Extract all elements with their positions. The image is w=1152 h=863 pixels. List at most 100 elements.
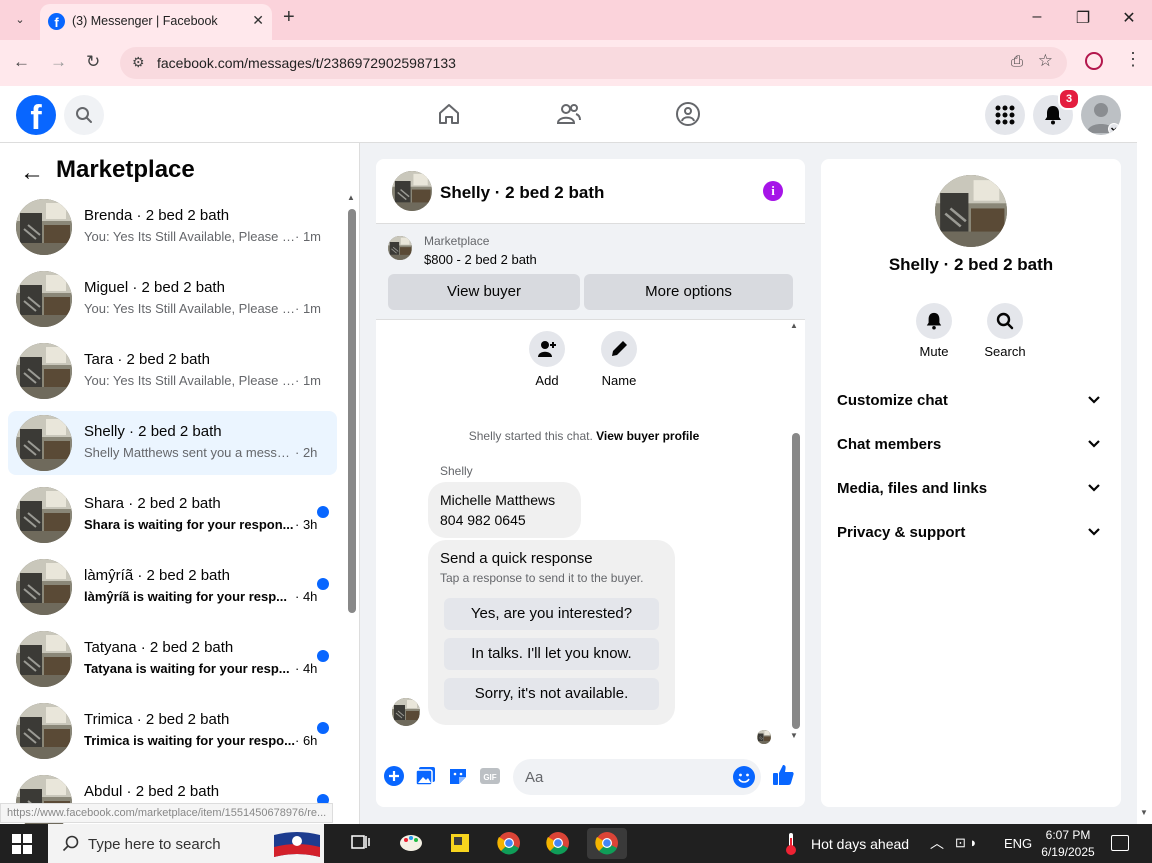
thumbs-up-icon[interactable] xyxy=(771,763,795,787)
gif-icon[interactable]: GIF xyxy=(479,765,501,787)
listing-thumbnail[interactable] xyxy=(388,236,412,260)
paint-app-icon[interactable] xyxy=(391,828,431,859)
scroll-down-arrow-icon[interactable]: ▼ xyxy=(790,731,798,740)
chat-title[interactable]: Shelly · 2 bed 2 bath xyxy=(440,183,604,203)
chrome-icon[interactable] xyxy=(489,828,529,859)
sticker-icon[interactable] xyxy=(447,765,469,787)
account-avatar[interactable] xyxy=(1081,95,1121,135)
scroll-down-arrow-icon[interactable]: ▼ xyxy=(1140,808,1148,817)
customize-chat-section[interactable]: Customize chat xyxy=(837,383,1105,419)
conversation-item[interactable]: làmŷríã · 2 bed 2 bath làmŷríã is waiting… xyxy=(8,555,337,619)
tab-close-icon[interactable]: ✕ xyxy=(252,12,264,29)
chat-members-section[interactable]: Chat members xyxy=(837,427,1105,463)
quick-response-card: Send a quick response Tap a response to … xyxy=(428,540,675,725)
conversation-name: Shelly · 2 bed 2 bath xyxy=(84,423,222,440)
minimize-button[interactable]: – xyxy=(1025,8,1049,26)
page-scrollbar[interactable] xyxy=(1137,86,1152,824)
conversation-avatar xyxy=(16,343,72,399)
task-view-icon[interactable] xyxy=(340,828,380,859)
browser-tab[interactable]: f (3) Messenger | Facebook ✕ xyxy=(40,4,272,40)
contact-phone[interactable]: 804 982 0645 xyxy=(440,510,569,530)
emoji-icon[interactable] xyxy=(733,766,755,788)
quick-response-button[interactable]: In talks. I'll let you know. xyxy=(444,638,659,670)
chrome-profile-icon[interactable] xyxy=(538,828,578,859)
listing-photo-icon xyxy=(16,559,72,615)
reload-button[interactable]: ↻ xyxy=(86,52,100,72)
url-text[interactable]: facebook.com/messages/t/2386972902598713… xyxy=(157,55,456,71)
site-info-icon[interactable]: ⚙ xyxy=(132,54,145,71)
conversation-preview: Trimica is waiting for your respo... xyxy=(84,733,295,748)
more-options-button[interactable]: More options xyxy=(584,274,793,310)
friends-icon[interactable] xyxy=(556,101,582,127)
search-icon xyxy=(62,835,79,852)
language-indicator[interactable]: ENG xyxy=(1004,836,1032,851)
conversation-item[interactable]: Tara · 2 bed 2 bath You: Yes Its Still Av… xyxy=(8,339,337,403)
menu-grid-button[interactable] xyxy=(985,95,1025,135)
clock-date[interactable]: 6/19/2025 xyxy=(1040,845,1096,859)
home-icon[interactable] xyxy=(436,101,462,127)
tab-title: (3) Messenger | Facebook xyxy=(72,14,218,28)
chrome-active-icon[interactable] xyxy=(587,828,627,859)
unread-dot-icon xyxy=(317,650,329,662)
search-highlight-flag-icon[interactable] xyxy=(272,827,322,860)
quick-response-button[interactable]: Sorry, it's not available. xyxy=(444,678,659,710)
new-tab-button[interactable]: + xyxy=(283,6,295,29)
view-buyer-profile-link[interactable]: View buyer profile xyxy=(596,429,699,443)
bookmark-star-icon[interactable]: ☆ xyxy=(1038,51,1053,71)
conversation-item[interactable]: Shara · 2 bed 2 bath Shara is waiting for… xyxy=(8,483,337,547)
clock-time[interactable]: 6:07 PM xyxy=(1040,828,1096,842)
browser-profile-icon[interactable] xyxy=(1085,52,1103,70)
browser-menu-icon[interactable]: ⋮ xyxy=(1124,49,1142,70)
photo-icon[interactable] xyxy=(415,765,437,787)
search-action[interactable]: Search xyxy=(975,303,1035,359)
listing-photo-icon xyxy=(16,271,72,327)
notification-center-icon[interactable] xyxy=(1111,835,1129,851)
back-arrow-icon[interactable]: ← xyxy=(20,159,44,187)
sticky-notes-icon[interactable] xyxy=(440,828,480,859)
plus-circle-icon[interactable] xyxy=(383,765,405,787)
message-bubble[interactable]: Michelle Matthews 804 982 0645 xyxy=(428,482,581,538)
chat-avatar[interactable] xyxy=(392,171,432,211)
conversation-item[interactable]: Trimica · 2 bed 2 bath Trimica is waiting… xyxy=(8,699,337,763)
conversation-item[interactable]: Miguel · 2 bed 2 bath You: Yes Its Still … xyxy=(8,267,337,331)
close-window-button[interactable]: ✕ xyxy=(1117,8,1141,28)
profile-avatar[interactable] xyxy=(935,175,1007,247)
chevron-up-icon[interactable]: ︿ xyxy=(930,833,944,853)
groups-icon[interactable] xyxy=(675,101,701,127)
conversation-preview: Tatyana is waiting for your resp... xyxy=(84,661,290,676)
forward-button[interactable]: → xyxy=(50,52,67,72)
conversation-list-scrollbar[interactable] xyxy=(348,209,356,613)
tray-icons[interactable]: ⊡ ◗ xyxy=(955,835,977,851)
conversation-name: Brenda · 2 bed 2 bath xyxy=(84,207,230,224)
back-button[interactable]: ← xyxy=(13,52,30,72)
mute-action[interactable]: Mute xyxy=(904,303,964,359)
conversation-item[interactable]: Tatyana · 2 bed 2 bath Tatyana is waiting… xyxy=(8,627,337,691)
chevron-down-icon xyxy=(1088,440,1100,448)
facebook-logo-icon[interactable]: f xyxy=(16,95,56,137)
add-people-action[interactable]: Add xyxy=(517,331,577,388)
quick-response-button[interactable]: Yes, are you interested? xyxy=(444,598,659,630)
privacy-support-section[interactable]: Privacy & support xyxy=(837,515,1105,551)
listing-price[interactable]: $800 - 2 bed 2 bath xyxy=(424,252,537,267)
facebook-header: f xyxy=(0,86,1137,143)
restore-button[interactable]: ❐ xyxy=(1071,8,1095,28)
message-input[interactable] xyxy=(525,766,725,788)
weather-text[interactable]: Hot days ahead xyxy=(811,836,909,852)
edit-name-action[interactable]: Name xyxy=(589,331,649,388)
message-thread-scrollbar[interactable] xyxy=(792,433,800,729)
media-files-links-section[interactable]: Media, files and links xyxy=(837,471,1105,507)
install-app-icon[interactable]: ⎙ xyxy=(1011,53,1023,70)
thermometer-icon[interactable] xyxy=(784,832,798,856)
info-icon[interactable]: i xyxy=(763,181,783,201)
scroll-up-arrow-icon[interactable]: ▲ xyxy=(790,321,798,330)
tab-search-button[interactable]: ⌄ xyxy=(8,8,32,32)
address-bar[interactable]: ⚙ facebook.com/messages/t/23869729025987… xyxy=(120,47,1067,79)
conversation-item[interactable]: Brenda · 2 bed 2 bath You: Yes Its Still … xyxy=(8,195,337,259)
conversation-preview: You: Yes Its Still Available, Please S..… xyxy=(84,301,296,316)
scroll-up-arrow-icon[interactable]: ▲ xyxy=(347,193,355,202)
facebook-search-button[interactable] xyxy=(64,95,104,135)
sender-avatar[interactable] xyxy=(392,698,420,726)
view-buyer-button[interactable]: View buyer xyxy=(388,274,580,310)
windows-start-icon[interactable] xyxy=(12,834,32,854)
conversation-item[interactable]: Shelly · 2 bed 2 bath Shelly Matthews sen… xyxy=(8,411,337,475)
